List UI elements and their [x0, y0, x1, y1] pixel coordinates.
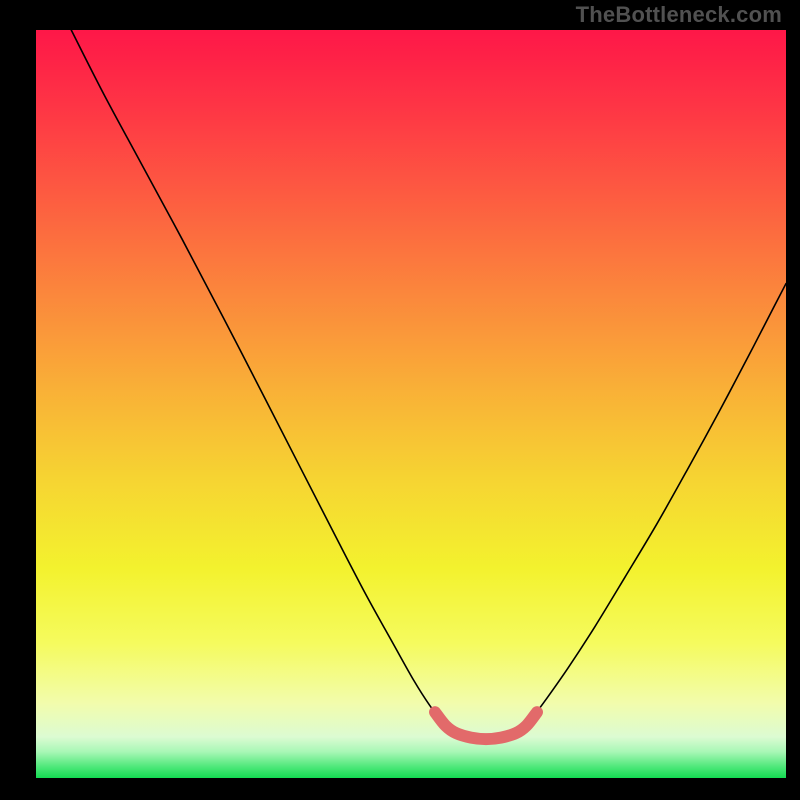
chart-container: TheBottleneck.com: [0, 0, 800, 800]
plot-area: [36, 30, 786, 778]
curves-svg: [36, 30, 786, 778]
valley-arc: [435, 712, 537, 739]
curve-right: [531, 284, 786, 720]
curve-left: [71, 30, 441, 720]
watermark-text: TheBottleneck.com: [576, 2, 782, 28]
